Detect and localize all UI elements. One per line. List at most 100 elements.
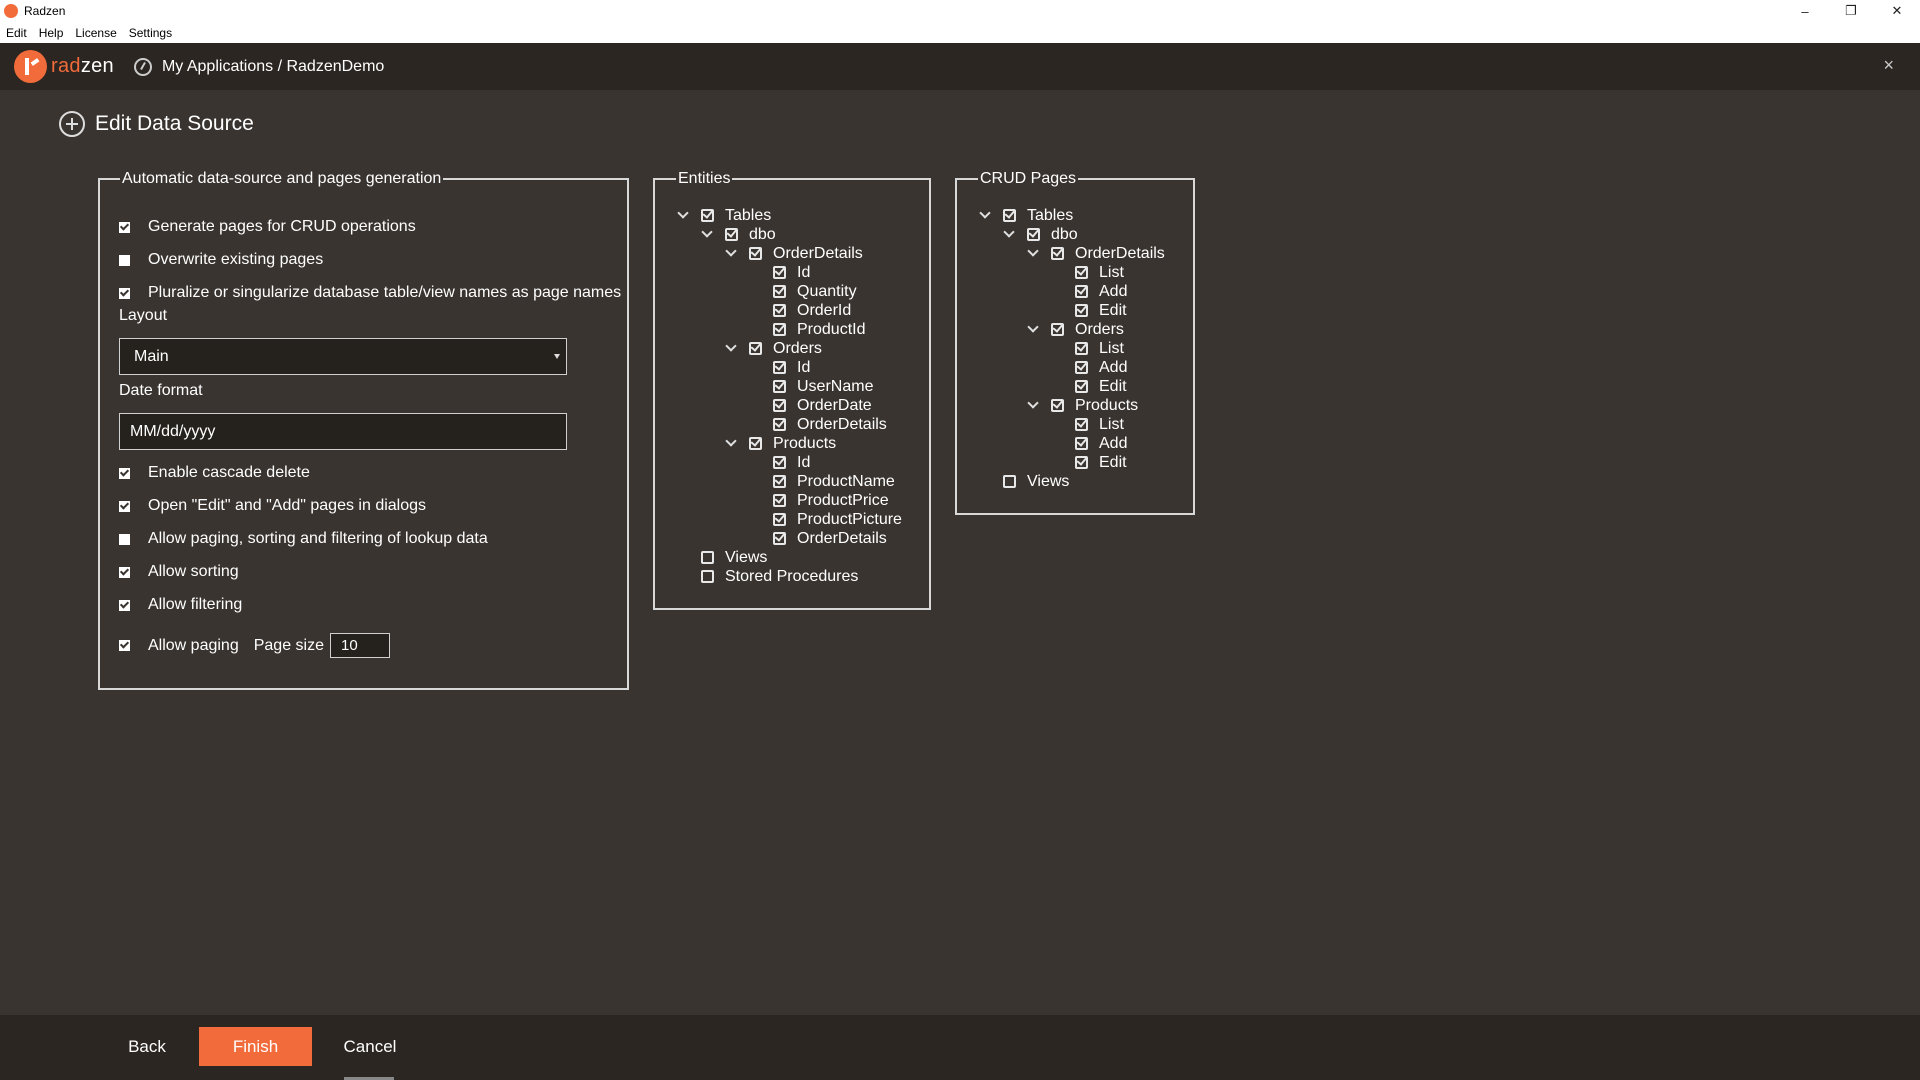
page-size-input[interactable]: 10: [330, 633, 390, 658]
crud-node-products[interactable]: Products: [1027, 396, 1138, 415]
crud-checkbox-tables[interactable]: [1003, 209, 1016, 222]
chevron-down-icon[interactable]: [701, 229, 713, 241]
crud-node-dbo[interactable]: dbo: [1003, 225, 1078, 244]
crud-checkbox-add[interactable]: [1075, 361, 1088, 374]
entity-checkbox-orderdetails[interactable]: [773, 532, 786, 545]
entity-node-orderdetails[interactable]: OrderDetails: [725, 244, 863, 263]
entity-checkbox-orderdate[interactable]: [773, 399, 786, 412]
entity-checkbox-productid[interactable]: [773, 323, 786, 336]
entity-node-productname[interactable]: ProductName: [749, 472, 895, 491]
entity-checkbox-tables[interactable]: [701, 209, 714, 222]
entity-checkbox-dbo[interactable]: [725, 228, 738, 241]
option-overwrite-pages[interactable]: Overwrite existing pages: [119, 251, 323, 269]
option-allow-sorting[interactable]: Allow sorting: [119, 563, 239, 581]
allow-filtering-checkbox[interactable]: [119, 599, 130, 611]
option-pluralize[interactable]: Pluralize or singularize database table/…: [119, 284, 621, 302]
entity-checkbox-id[interactable]: [773, 266, 786, 279]
layout-select[interactable]: Main: [119, 338, 567, 375]
entity-node-username[interactable]: UserName: [749, 377, 873, 396]
entity-node-id[interactable]: Id: [749, 263, 810, 282]
entity-node-productid[interactable]: ProductId: [749, 320, 865, 339]
allow-sorting-checkbox[interactable]: [119, 566, 130, 578]
crud-checkbox-edit[interactable]: [1075, 380, 1088, 393]
dialogs-checkbox[interactable]: [119, 500, 130, 512]
crud-node-edit[interactable]: Edit: [1051, 377, 1127, 396]
chevron-down-icon[interactable]: [1003, 229, 1015, 241]
date-format-input[interactable]: MM/dd/yyyy: [119, 413, 567, 450]
option-dialogs[interactable]: Open "Edit" and "Add" pages in dialogs: [119, 497, 426, 515]
cascade-delete-checkbox[interactable]: [119, 467, 130, 479]
menu-settings[interactable]: Settings: [129, 26, 172, 40]
entity-checkbox-orderdetails[interactable]: [773, 418, 786, 431]
overwrite-pages-checkbox[interactable]: [119, 254, 130, 266]
entity-node-tables[interactable]: Tables: [677, 206, 771, 225]
option-cascade-delete[interactable]: Enable cascade delete: [119, 464, 310, 482]
entity-node-orderid[interactable]: OrderId: [749, 301, 851, 320]
entity-checkbox-quantity[interactable]: [773, 285, 786, 298]
entity-node-quantity[interactable]: Quantity: [749, 282, 857, 301]
chevron-down-icon[interactable]: [979, 210, 991, 222]
option-allow-paging[interactable]: Allow paging Page size 10: [119, 633, 390, 658]
chevron-down-icon[interactable]: [1027, 248, 1039, 260]
entity-checkbox-products[interactable]: [749, 437, 762, 450]
restore-button[interactable]: ❐: [1828, 0, 1874, 22]
entity-checkbox-productname[interactable]: [773, 475, 786, 488]
chevron-down-icon[interactable]: [725, 248, 737, 260]
entity-node-id[interactable]: Id: [749, 453, 810, 472]
allow-paging-checkbox[interactable]: [119, 640, 130, 651]
menu-help[interactable]: Help: [39, 26, 64, 40]
crud-checkbox-list[interactable]: [1075, 342, 1088, 355]
option-generate-crud[interactable]: Generate pages for CRUD operations: [119, 218, 416, 236]
crud-checkbox-edit[interactable]: [1075, 304, 1088, 317]
crud-checkbox-add[interactable]: [1075, 437, 1088, 450]
crud-node-add[interactable]: Add: [1051, 282, 1127, 301]
entity-checkbox-productprice[interactable]: [773, 494, 786, 507]
entity-node-orderdetails[interactable]: OrderDetails: [749, 415, 887, 434]
menu-edit[interactable]: Edit: [6, 26, 27, 40]
entity-checkbox-orderid[interactable]: [773, 304, 786, 317]
crud-node-tables[interactable]: Tables: [979, 206, 1073, 225]
minimize-button[interactable]: –: [1782, 0, 1828, 22]
crud-checkbox-products[interactable]: [1051, 399, 1064, 412]
pluralize-checkbox[interactable]: [119, 287, 130, 299]
chevron-down-icon[interactable]: [725, 438, 737, 450]
cancel-button[interactable]: Cancel: [339, 1027, 401, 1066]
entity-node-orders[interactable]: Orders: [725, 339, 822, 358]
crud-checkbox-orders[interactable]: [1051, 323, 1064, 336]
crud-node-list[interactable]: List: [1051, 339, 1124, 358]
entity-checkbox-id[interactable]: [773, 361, 786, 374]
crud-checkbox-dbo[interactable]: [1027, 228, 1040, 241]
radzen-logo[interactable]: radzen: [14, 50, 114, 83]
crud-node-orders[interactable]: Orders: [1027, 320, 1124, 339]
option-allow-filtering[interactable]: Allow filtering: [119, 596, 242, 614]
crud-checkbox-list[interactable]: [1075, 418, 1088, 431]
entity-checkbox-stored-procedures[interactable]: [701, 570, 714, 583]
crud-node-list[interactable]: List: [1051, 263, 1124, 282]
crud-node-add[interactable]: Add: [1051, 358, 1127, 377]
crud-checkbox-orderdetails[interactable]: [1051, 247, 1064, 260]
entity-checkbox-id[interactable]: [773, 456, 786, 469]
crud-node-edit[interactable]: Edit: [1051, 301, 1127, 320]
entity-node-orderdetails[interactable]: OrderDetails: [749, 529, 887, 548]
entity-checkbox-orderdetails[interactable]: [749, 247, 762, 260]
crud-checkbox-add[interactable]: [1075, 285, 1088, 298]
back-button[interactable]: Back: [117, 1027, 177, 1066]
chevron-down-icon[interactable]: [677, 210, 689, 222]
close-icon[interactable]: ×: [1883, 55, 1894, 76]
entity-node-productpicture[interactable]: ProductPicture: [749, 510, 902, 529]
entity-node-id[interactable]: Id: [749, 358, 810, 377]
finish-button[interactable]: Finish: [199, 1027, 312, 1066]
entity-checkbox-views[interactable]: [701, 551, 714, 564]
entity-node-stored-procedures[interactable]: Stored Procedures: [677, 567, 858, 586]
crud-node-list[interactable]: List: [1051, 415, 1124, 434]
breadcrumb[interactable]: My Applications / RadzenDemo: [133, 57, 384, 76]
lookup-data-checkbox[interactable]: [119, 533, 130, 545]
crud-checkbox-edit[interactable]: [1075, 456, 1088, 469]
entity-node-dbo[interactable]: dbo: [701, 225, 776, 244]
entity-node-products[interactable]: Products: [725, 434, 836, 453]
crud-node-add[interactable]: Add: [1051, 434, 1127, 453]
option-lookup-data[interactable]: Allow paging, sorting and filtering of l…: [119, 530, 488, 548]
crud-checkbox-views[interactable]: [1003, 475, 1016, 488]
entity-checkbox-productpicture[interactable]: [773, 513, 786, 526]
crud-node-edit[interactable]: Edit: [1051, 453, 1127, 472]
